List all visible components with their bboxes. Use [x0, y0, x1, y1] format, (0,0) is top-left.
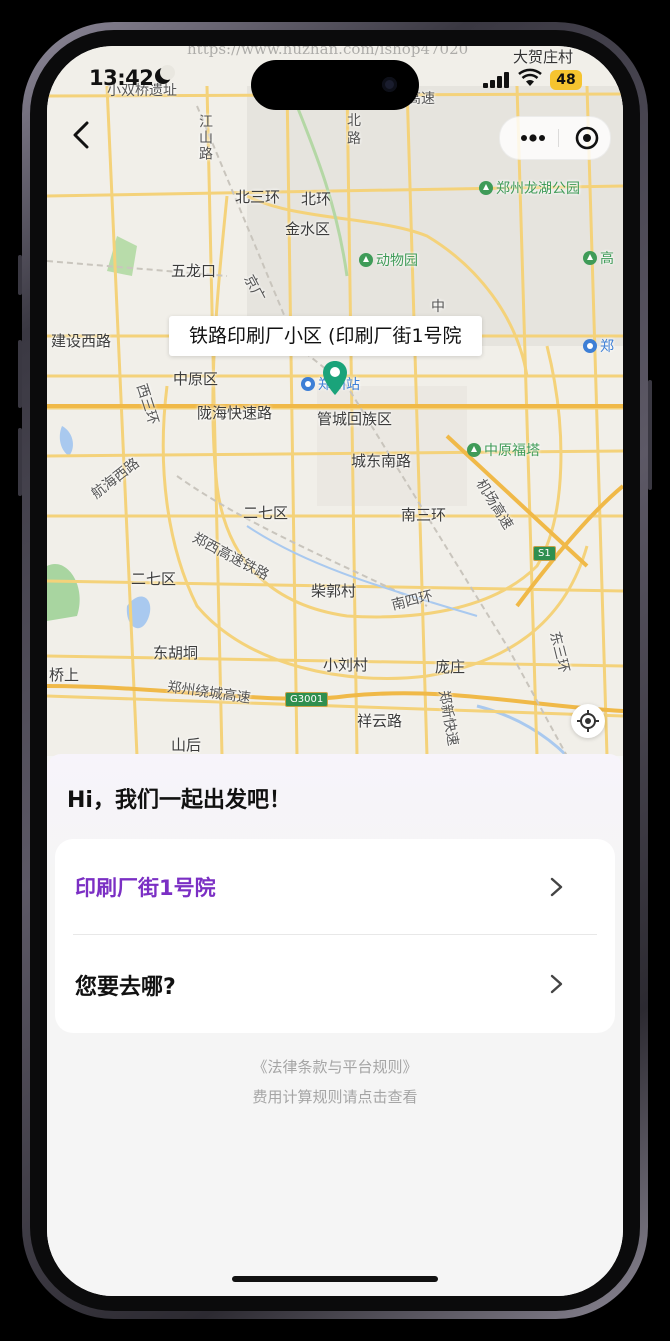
back-button[interactable] — [65, 118, 99, 152]
park-poi-icon — [583, 251, 597, 265]
map-label: 路 — [347, 131, 361, 147]
wifi-icon — [518, 68, 542, 86]
dynamic-island — [251, 60, 419, 110]
miniapp-capsule — [499, 116, 611, 160]
map-label: 建设西路 — [51, 332, 112, 350]
current-location-callout[interactable]: 铁路印刷厂小区 (印刷厂街1号院 — [169, 316, 482, 356]
battery-indicator: 48 — [550, 70, 582, 90]
map-label: 郑州龙湖公园 — [496, 181, 580, 197]
map-pin-icon — [323, 361, 347, 395]
power-button — [648, 380, 652, 490]
map-label: 江山路 — [197, 114, 213, 162]
signal-icon — [483, 72, 509, 88]
zoo-poi-icon — [359, 253, 373, 267]
volume-up-button — [18, 340, 22, 408]
destination-row[interactable]: 您要去哪? — [55, 936, 615, 1032]
trip-panel: Hi，我们一起出发吧！ 印刷厂街1号院 您要去哪? 《法律条款与平台规则》 费用… — [47, 754, 623, 1296]
locate-button[interactable] — [571, 704, 605, 738]
map-label: 祥云路 — [357, 712, 403, 730]
map-label: 山后 — [171, 736, 202, 754]
map-label: 动物园 — [376, 253, 418, 269]
map-label: 二七区 — [243, 504, 289, 522]
park-poi-icon — [479, 181, 493, 195]
map-label: 柴郭村 — [311, 582, 357, 600]
origin-row[interactable]: 印刷厂街1号院 — [55, 839, 615, 935]
map-label: 小刘村 — [323, 656, 369, 674]
map-label: 北 — [347, 113, 361, 129]
map-poi-longhu-park[interactable]: 郑州龙湖公园 — [479, 178, 580, 198]
map-label: 陇海快速路 — [197, 404, 273, 422]
close-miniapp-button[interactable] — [564, 117, 610, 159]
map-label: 东胡垌 — [153, 644, 199, 662]
map-label: 桥上 — [49, 666, 80, 684]
map-label: 高 — [600, 251, 614, 267]
clock-time: 13:42 — [89, 66, 154, 90]
chevron-right-icon — [550, 974, 563, 994]
screen: 小双桥遗址 高速 北 路 江山路 北三环 北环 金水区 郑州龙湖公园 五龙口 动… — [47, 46, 623, 1296]
target-close-icon — [575, 126, 599, 150]
back-arrow-icon — [73, 121, 89, 149]
map-label: 金水区 — [285, 220, 331, 238]
greeting-text: Hi，我们一起出发吧！ — [67, 788, 291, 813]
station-poi-icon — [583, 339, 597, 353]
watermark-text: https://www.huzhan.com/ishop47020 — [187, 46, 469, 58]
map-poi-zoo[interactable]: 动物园 — [359, 250, 418, 270]
home-indicator[interactable] — [232, 1276, 438, 1282]
focus-moon-icon — [155, 65, 175, 84]
row-divider — [73, 934, 597, 935]
map-label: 南三环 — [401, 506, 447, 524]
route-card: 印刷厂街1号院 您要去哪? — [55, 839, 615, 1033]
carrier-label: 大贺庄村 — [513, 48, 574, 66]
map-label: 城东南路 — [351, 452, 412, 470]
map-label: 二七区 — [131, 570, 177, 588]
map-label: 中原福塔 — [484, 443, 540, 459]
map-label: 北环 — [301, 190, 332, 208]
more-dots-icon — [521, 134, 545, 142]
mute-switch — [18, 255, 22, 295]
map-label: 中原区 — [173, 370, 219, 388]
map-label: 中 — [431, 299, 445, 315]
destination-prompt: 您要去哪? — [75, 975, 176, 1000]
map-poi-east[interactable]: 高 — [583, 248, 614, 268]
capsule-divider — [558, 129, 559, 147]
status-bar: https://www.huzhan.com/ishop47020 大贺庄村 1… — [47, 46, 623, 110]
map-label: 北三环 — [235, 188, 281, 206]
map-label: 庞庄 — [435, 658, 466, 676]
map-label: 五龙口 — [171, 262, 217, 280]
highway-shield-s1: S1 — [533, 546, 556, 561]
locate-icon — [577, 710, 599, 732]
chevron-right-icon — [550, 877, 563, 897]
camera-icon — [382, 77, 397, 92]
fee-rules-link[interactable]: 费用计算规则请点击查看 — [47, 1086, 623, 1107]
map-label: 管城回族区 — [317, 410, 393, 428]
train-station-icon — [301, 377, 315, 391]
highway-shield-g3001: G3001 — [285, 692, 329, 707]
origin-label: 印刷厂街1号院 — [75, 876, 216, 900]
landmark-poi-icon — [467, 443, 481, 457]
more-button[interactable] — [510, 117, 556, 159]
legal-terms-link[interactable]: 《法律条款与平台规则》 — [47, 1056, 623, 1077]
volume-down-button — [18, 428, 22, 496]
map-poi-zhongyuan-tower[interactable]: 中原福塔 — [467, 440, 540, 460]
map-poi-zheng[interactable]: 郑 — [583, 336, 614, 356]
map-label: 郑 — [600, 339, 614, 355]
